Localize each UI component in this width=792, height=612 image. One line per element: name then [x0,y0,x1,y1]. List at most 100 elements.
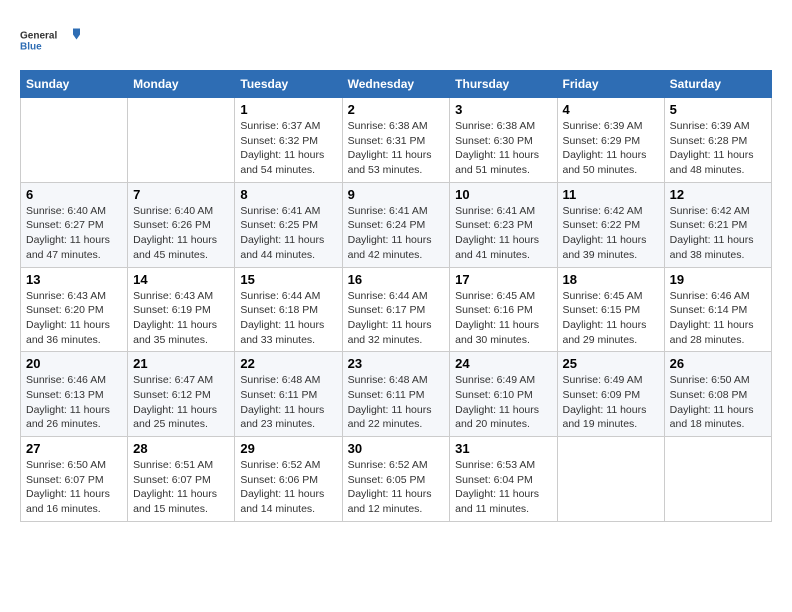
calendar-cell: 9 Sunrise: 6:41 AM Sunset: 6:24 PM Daylig… [342,182,450,267]
calendar-cell: 8 Sunrise: 6:41 AM Sunset: 6:25 PM Daylig… [235,182,342,267]
day-number: 28 [133,441,229,456]
calendar-cell: 21 Sunrise: 6:47 AM Sunset: 6:12 PM Dayli… [128,352,235,437]
calendar-day-header: Tuesday [235,71,342,98]
day-info: Sunrise: 6:45 AM Sunset: 6:16 PM Dayligh… [455,289,551,348]
day-info: Sunrise: 6:48 AM Sunset: 6:11 PM Dayligh… [240,373,336,432]
day-info: Sunrise: 6:42 AM Sunset: 6:21 PM Dayligh… [670,204,766,263]
calendar-cell: 3Sunrise: 6:38 AM Sunset: 6:30 PM Daylig… [450,98,557,183]
calendar-week-row: 1 Sunrise: 6:37 AM Sunset: 6:32 PM Daylig… [21,98,772,183]
calendar-week-row: 27 Sunrise: 6:50 AM Sunset: 6:07 PM Dayli… [21,437,772,522]
calendar-cell [21,98,128,183]
day-info: Sunrise: 6:42 AM Sunset: 6:22 PM Dayligh… [563,204,659,263]
calendar-cell: 7Sunrise: 6:40 AM Sunset: 6:26 PM Daylig… [128,182,235,267]
day-info: Sunrise: 6:49 AM Sunset: 6:10 PM Dayligh… [455,373,551,432]
day-number: 1 [240,102,336,117]
calendar-cell [664,437,771,522]
calendar-cell: 13 Sunrise: 6:43 AM Sunset: 6:20 PM Dayli… [21,267,128,352]
page-header: General Blue [20,20,772,60]
day-info: Sunrise: 6:50 AM Sunset: 6:08 PM Dayligh… [670,373,766,432]
calendar-cell: 11Sunrise: 6:42 AM Sunset: 6:22 PM Dayli… [557,182,664,267]
day-number: 2 [348,102,445,117]
svg-text:Blue: Blue [20,42,42,53]
day-number: 12 [670,187,766,202]
day-number: 9 [348,187,445,202]
day-number: 29 [240,441,336,456]
calendar-cell: 20Sunrise: 6:46 AM Sunset: 6:13 PM Dayli… [21,352,128,437]
day-number: 27 [26,441,122,456]
day-number: 21 [133,356,229,371]
calendar-cell: 16Sunrise: 6:44 AM Sunset: 6:17 PM Dayli… [342,267,450,352]
calendar-cell: 30Sunrise: 6:52 AM Sunset: 6:05 PM Dayli… [342,437,450,522]
day-info: Sunrise: 6:44 AM Sunset: 6:18 PM Dayligh… [240,289,336,348]
day-number: 4 [563,102,659,117]
calendar-day-header: Wednesday [342,71,450,98]
day-info: Sunrise: 6:38 AM Sunset: 6:31 PM Dayligh… [348,119,445,178]
calendar-cell: 31 Sunrise: 6:53 AM Sunset: 6:04 PM Dayli… [450,437,557,522]
calendar-cell: 27 Sunrise: 6:50 AM Sunset: 6:07 PM Dayli… [21,437,128,522]
calendar-cell: 17 Sunrise: 6:45 AM Sunset: 6:16 PM Dayli… [450,267,557,352]
day-info: Sunrise: 6:48 AM Sunset: 6:11 PM Dayligh… [348,373,445,432]
day-number: 26 [670,356,766,371]
day-info: Sunrise: 6:43 AM Sunset: 6:20 PM Dayligh… [26,289,122,348]
day-info: Sunrise: 6:52 AM Sunset: 6:05 PM Dayligh… [348,458,445,517]
calendar-cell: 18 Sunrise: 6:45 AM Sunset: 6:15 PM Dayli… [557,267,664,352]
day-info: Sunrise: 6:53 AM Sunset: 6:04 PM Dayligh… [455,458,551,517]
day-info: Sunrise: 6:45 AM Sunset: 6:15 PM Dayligh… [563,289,659,348]
calendar-table: SundayMondayTuesdayWednesdayThursdayFrid… [20,70,772,522]
calendar-day-header: Monday [128,71,235,98]
calendar-cell [128,98,235,183]
calendar-cell: 23 Sunrise: 6:48 AM Sunset: 6:11 PM Dayli… [342,352,450,437]
calendar-cell: 4 Sunrise: 6:39 AM Sunset: 6:29 PM Daylig… [557,98,664,183]
day-info: Sunrise: 6:52 AM Sunset: 6:06 PM Dayligh… [240,458,336,517]
logo: General Blue [20,20,80,60]
day-number: 5 [670,102,766,117]
calendar-day-header: Friday [557,71,664,98]
day-number: 25 [563,356,659,371]
day-number: 24 [455,356,551,371]
calendar-cell: 15Sunrise: 6:44 AM Sunset: 6:18 PM Dayli… [235,267,342,352]
day-number: 31 [455,441,551,456]
calendar-day-header: Saturday [664,71,771,98]
day-number: 19 [670,272,766,287]
calendar-cell: 24 Sunrise: 6:49 AM Sunset: 6:10 PM Dayli… [450,352,557,437]
calendar-cell: 2 Sunrise: 6:38 AM Sunset: 6:31 PM Daylig… [342,98,450,183]
calendar-cell: 25 Sunrise: 6:49 AM Sunset: 6:09 PM Dayli… [557,352,664,437]
day-number: 13 [26,272,122,287]
day-info: Sunrise: 6:50 AM Sunset: 6:07 PM Dayligh… [26,458,122,517]
calendar-day-header: Sunday [21,71,128,98]
day-number: 7 [133,187,229,202]
day-info: Sunrise: 6:37 AM Sunset: 6:32 PM Dayligh… [240,119,336,178]
calendar-cell: 12 Sunrise: 6:42 AM Sunset: 6:21 PM Dayli… [664,182,771,267]
day-info: Sunrise: 6:39 AM Sunset: 6:29 PM Dayligh… [563,119,659,178]
calendar-cell: 14 Sunrise: 6:43 AM Sunset: 6:19 PM Dayli… [128,267,235,352]
calendar-header-row: SundayMondayTuesdayWednesdayThursdayFrid… [21,71,772,98]
day-info: Sunrise: 6:40 AM Sunset: 6:27 PM Dayligh… [26,204,122,263]
day-number: 3 [455,102,551,117]
svg-text:General: General [20,31,57,42]
calendar-cell: 28 Sunrise: 6:51 AM Sunset: 6:07 PM Dayli… [128,437,235,522]
day-number: 23 [348,356,445,371]
logo-svg: General Blue [20,20,80,60]
day-info: Sunrise: 6:41 AM Sunset: 6:24 PM Dayligh… [348,204,445,263]
day-info: Sunrise: 6:41 AM Sunset: 6:25 PM Dayligh… [240,204,336,263]
calendar-cell: 26 Sunrise: 6:50 AM Sunset: 6:08 PM Dayli… [664,352,771,437]
day-number: 8 [240,187,336,202]
day-info: Sunrise: 6:41 AM Sunset: 6:23 PM Dayligh… [455,204,551,263]
day-info: Sunrise: 6:39 AM Sunset: 6:28 PM Dayligh… [670,119,766,178]
day-number: 10 [455,187,551,202]
day-info: Sunrise: 6:51 AM Sunset: 6:07 PM Dayligh… [133,458,229,517]
calendar-cell [557,437,664,522]
day-number: 22 [240,356,336,371]
day-info: Sunrise: 6:43 AM Sunset: 6:19 PM Dayligh… [133,289,229,348]
calendar-week-row: 6Sunrise: 6:40 AM Sunset: 6:27 PM Daylig… [21,182,772,267]
calendar-week-row: 13 Sunrise: 6:43 AM Sunset: 6:20 PM Dayli… [21,267,772,352]
day-info: Sunrise: 6:47 AM Sunset: 6:12 PM Dayligh… [133,373,229,432]
day-info: Sunrise: 6:49 AM Sunset: 6:09 PM Dayligh… [563,373,659,432]
calendar-cell: 19Sunrise: 6:46 AM Sunset: 6:14 PM Dayli… [664,267,771,352]
day-number: 14 [133,272,229,287]
calendar-week-row: 20Sunrise: 6:46 AM Sunset: 6:13 PM Dayli… [21,352,772,437]
day-number: 18 [563,272,659,287]
day-number: 20 [26,356,122,371]
day-number: 17 [455,272,551,287]
calendar-cell: 6Sunrise: 6:40 AM Sunset: 6:27 PM Daylig… [21,182,128,267]
